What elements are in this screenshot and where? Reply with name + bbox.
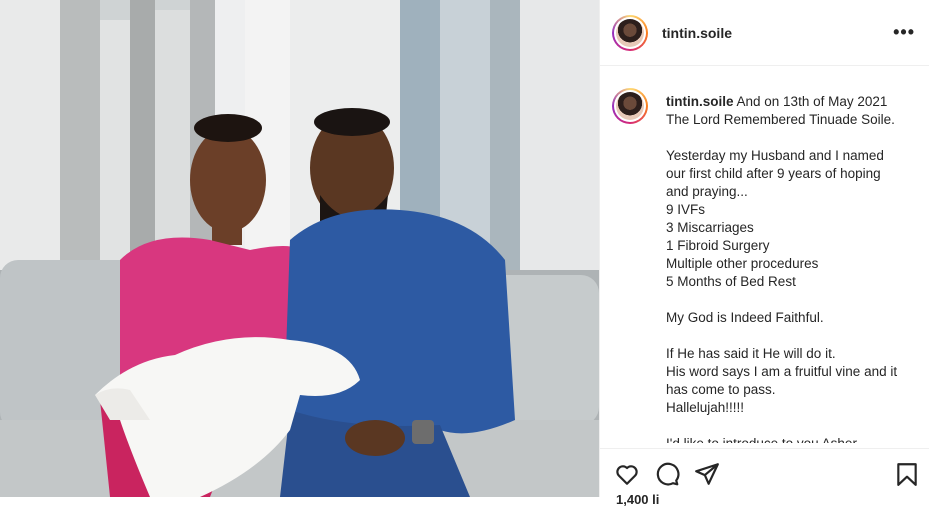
- caption-line: The Lord Remembered Tinuade Soile.: [666, 112, 895, 127]
- author-avatar[interactable]: [612, 14, 648, 51]
- caption-text: tintin.soile And on 13th of May 2021 The…: [666, 93, 919, 443]
- caption-line: If He has said it He will do it.: [666, 346, 836, 361]
- family-photo-illustration: [0, 0, 599, 497]
- caption-line: 1 Fibroid Surgery: [666, 238, 770, 253]
- caption-line: My God is Indeed Faithful.: [666, 310, 824, 325]
- caption-line: His word says I am a fruitful vine and i…: [666, 364, 898, 379]
- caption-line: Hallelujah!!!!!: [666, 400, 745, 415]
- post-header: tintin.soile •••: [600, 0, 929, 66]
- post-actions-bar: [600, 448, 929, 497]
- caption-line: And on 13th of May 2021: [736, 94, 888, 109]
- caption-line: 3 Miscarriages: [666, 220, 754, 235]
- caption-author-avatar[interactable]: [612, 88, 648, 124]
- instagram-post-view: tintin.soile ••• tintin.soile And on 13t…: [0, 0, 929, 507]
- caption-line: I'd like to introduce to you Asher: [666, 435, 919, 443]
- caption-line: and praying...: [666, 184, 748, 199]
- heart-icon[interactable]: [614, 461, 640, 487]
- post-side-panel: tintin.soile ••• tintin.soile And on 13t…: [599, 0, 929, 507]
- caption-line: Multiple other procedures: [666, 256, 819, 271]
- more-horizontal-icon[interactable]: •••: [893, 22, 915, 43]
- caption-username[interactable]: tintin.soile: [666, 94, 734, 109]
- post-caption: tintin.soile And on 13th of May 2021 The…: [612, 88, 919, 443]
- caption-line: Yesterday my Husband and I named: [666, 148, 884, 163]
- caption-line: 9 IVFs: [666, 202, 706, 217]
- comment-icon[interactable]: [654, 461, 680, 487]
- caption-line: has come to pass.: [666, 382, 776, 397]
- caption-line: 5 Months of Bed Rest: [666, 274, 796, 289]
- avatar-image: [616, 18, 644, 47]
- caption-line: our first child after 9 years of hoping: [666, 166, 881, 181]
- likes-count[interactable]: 1,400 li: [616, 492, 659, 507]
- send-icon[interactable]: [694, 461, 720, 487]
- post-photo[interactable]: [0, 0, 599, 497]
- avatar-image: [616, 92, 644, 120]
- author-username[interactable]: tintin.soile: [662, 25, 732, 41]
- bookmark-icon[interactable]: [894, 461, 920, 487]
